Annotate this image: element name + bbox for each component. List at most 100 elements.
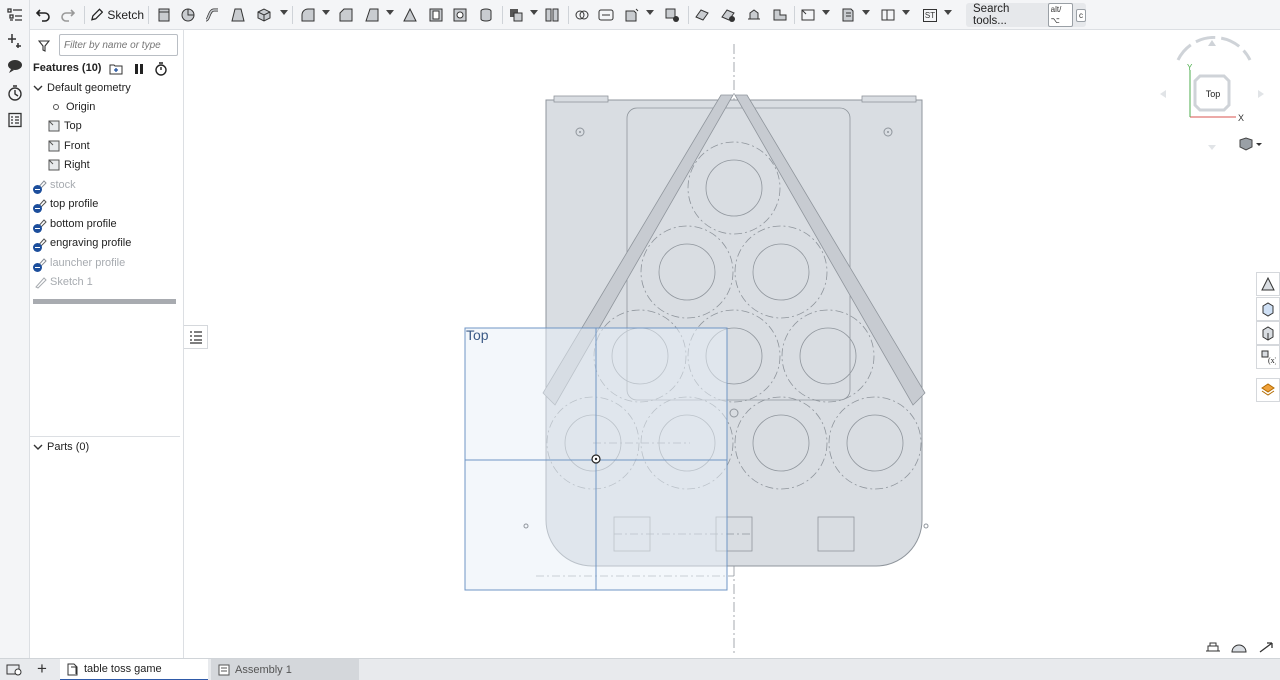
fillet-icon[interactable] <box>298 5 318 25</box>
sheet-metal-icon[interactable] <box>692 5 712 25</box>
feature-filter-input[interactable] <box>59 34 178 56</box>
tab-label: Assembly 1 <box>235 664 292 676</box>
chamfer-icon[interactable] <box>336 5 356 25</box>
chevron-down-icon <box>33 444 43 450</box>
delete-part-icon[interactable] <box>662 5 682 25</box>
variable-icon[interactable] <box>878 5 898 25</box>
tree-item-top-plane[interactable]: Top <box>47 117 82 135</box>
thicken-icon[interactable] <box>254 5 274 25</box>
configurations-icon[interactable] <box>1256 378 1280 402</box>
named-views-icon[interactable] <box>1258 640 1276 654</box>
sweep-icon[interactable] <box>202 5 222 25</box>
sketch-button[interactable]: Sketch <box>86 4 144 26</box>
render-mode-icon[interactable] <box>1230 640 1248 654</box>
part-model <box>464 44 929 656</box>
sketch-button-label: Sketch <box>107 8 144 22</box>
appearance-panel-icon[interactable] <box>1256 272 1280 296</box>
tree-item-engraving-profile[interactable]: engraving profile <box>33 234 131 252</box>
draft-icon[interactable] <box>362 5 382 25</box>
pencil-icon <box>91 8 104 21</box>
tree-item-front-plane[interactable]: Front <box>47 137 90 155</box>
boolean-icon[interactable] <box>506 5 526 25</box>
redo-icon[interactable] <box>58 5 78 25</box>
y-axis-label: Y <box>1187 63 1193 72</box>
tab-assembly-1[interactable]: Assembly 1 <box>211 659 359 680</box>
search-tools-button[interactable]: Search tools... alt/⌥ c <box>966 3 1086 27</box>
hidden-sketch-icon <box>33 178 47 194</box>
search-tools-label: Search tools... <box>973 3 1010 27</box>
shell-icon[interactable] <box>426 5 446 25</box>
sheet-metal-flange-icon[interactable] <box>718 5 738 25</box>
cylinder-icon[interactable] <box>476 5 496 25</box>
top-plane-label: Top <box>466 327 489 343</box>
extrude-icon[interactable] <box>154 5 174 25</box>
measure-icon[interactable] <box>1256 321 1280 345</box>
pause-icon[interactable] <box>131 61 147 77</box>
graphics-area[interactable]: Top <box>184 30 1280 658</box>
tab-manager-icon[interactable] <box>6 662 24 680</box>
sheet-metal-corner-icon[interactable] <box>770 5 790 25</box>
plane-icon <box>47 119 61 133</box>
chevron-down-icon <box>33 85 43 91</box>
assembly-icon <box>218 664 230 676</box>
hidden-sketch-icon <box>33 236 47 252</box>
mount-hole-center <box>579 131 581 133</box>
filter-icon[interactable] <box>37 40 51 55</box>
view-options-icon[interactable] <box>1238 137 1264 154</box>
st-label: ST <box>922 8 938 22</box>
tree-item-launcher-profile[interactable]: launcher profile <box>33 254 125 272</box>
add-tab-button[interactable]: + <box>33 659 51 678</box>
rollback-bar[interactable] <box>33 299 176 304</box>
tree-item-sketch-1[interactable]: Sketch 1 <box>33 273 93 291</box>
undo-icon[interactable] <box>33 5 53 25</box>
tree-item-bottom-profile[interactable]: bottom profile <box>33 215 117 233</box>
feature-list-icon[interactable] <box>5 5 25 25</box>
tree-item-stock[interactable]: stock <box>33 176 76 194</box>
default-geometry-group[interactable]: Default geometry <box>33 79 131 97</box>
standard-content-icon[interactable]: ST <box>920 5 940 25</box>
add-folder-icon[interactable] <box>108 61 124 77</box>
hole-icon[interactable] <box>450 5 470 25</box>
revolve-icon[interactable] <box>178 5 198 25</box>
main-toolbar: Sketch ST Search tools... alt/⌥ c <box>30 0 1280 30</box>
hidden-sketch-icon <box>33 217 47 233</box>
tree-item-label: launcher profile <box>50 257 126 269</box>
mate-connector-icon[interactable] <box>5 31 25 51</box>
origin-icon <box>49 100 63 114</box>
tree-item-label: Origin <box>66 101 96 113</box>
section-view-icon[interactable] <box>1204 640 1222 654</box>
view-cube-face-label[interactable]: Top <box>1199 83 1227 105</box>
history-icon[interactable] <box>5 83 25 103</box>
mass-properties-icon[interactable] <box>1256 297 1280 321</box>
feature-panel: Features (10) Default geometry Origin To… <box>30 30 184 658</box>
tab-label: table toss game <box>84 663 162 675</box>
tree-item-label: engraving profile <box>50 237 132 249</box>
tab-table-toss-game[interactable]: table toss game <box>60 659 208 680</box>
sheet-metal-tab-icon[interactable] <box>744 5 764 25</box>
left-top-tab <box>553 95 609 103</box>
tree-item-label: Top <box>64 120 82 132</box>
tree-item-top-profile[interactable]: top profile <box>33 195 98 213</box>
tree-item-label: Sketch 1 <box>50 276 93 288</box>
mate-connector-tool-icon[interactable] <box>838 5 858 25</box>
variables-panel-icon[interactable]: (x) <box>1256 345 1280 369</box>
search-shortcut-mod: alt/⌥ <box>1047 3 1073 27</box>
bill-of-materials-icon[interactable] <box>5 110 25 130</box>
comments-icon[interactable] <box>5 56 25 76</box>
loft-icon[interactable] <box>228 5 248 25</box>
tree-item-origin[interactable]: Origin <box>49 98 95 116</box>
sketch-icon <box>33 275 47 289</box>
tree-item-right-plane[interactable]: Right <box>47 156 90 174</box>
plane-icon[interactable] <box>798 5 818 25</box>
mount-hole-center <box>887 131 889 133</box>
hidden-sketch-icon <box>33 256 47 272</box>
rib-icon[interactable] <box>400 5 420 25</box>
parts-group[interactable]: Parts (0) <box>33 438 89 456</box>
parts-label: Parts (0) <box>47 441 90 453</box>
transform-icon[interactable] <box>572 5 592 25</box>
pattern-icon[interactable] <box>596 5 616 25</box>
mirror-icon[interactable] <box>622 5 642 25</box>
split-icon[interactable] <box>542 5 562 25</box>
stopwatch-icon[interactable] <box>153 61 169 77</box>
panel-divider <box>30 436 180 437</box>
